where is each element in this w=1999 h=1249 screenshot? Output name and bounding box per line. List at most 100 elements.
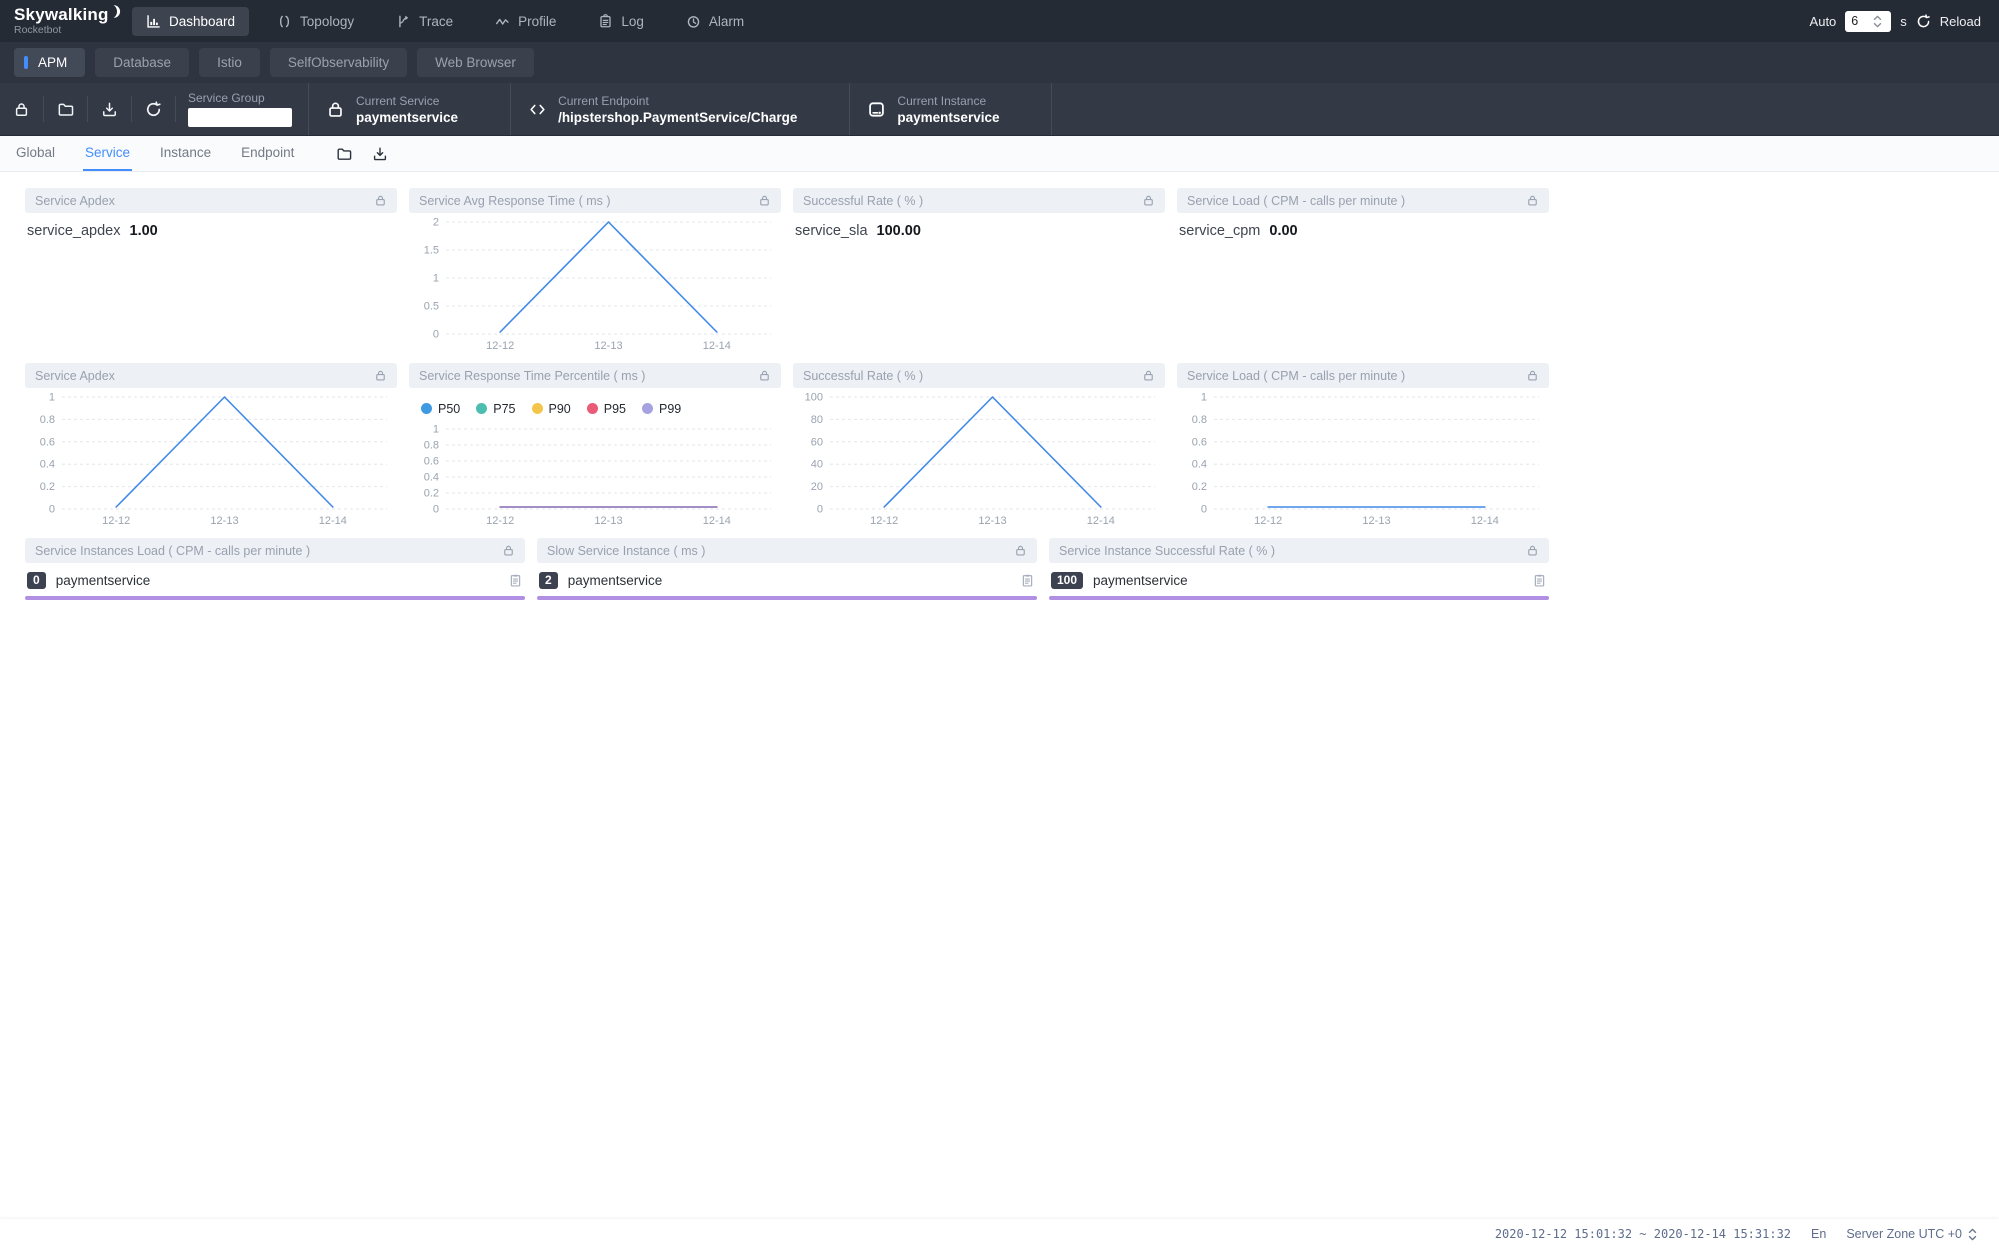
lock-icon xyxy=(13,101,30,118)
legend-item-p90[interactable]: P90 xyxy=(532,402,571,416)
folder-icon[interactable] xyxy=(336,146,352,162)
value-badge: 2 xyxy=(539,572,558,589)
logo-title: Skywalking xyxy=(14,6,109,23)
legend-dot xyxy=(642,403,653,414)
dashboard-group-nav: APM Database Istio SelfObservability Web Bro… xyxy=(0,42,1999,83)
chevron-down-icon xyxy=(479,102,493,116)
card-title: Service Load ( CPM - calls per minute ) xyxy=(1187,194,1405,208)
svg-text:60: 60 xyxy=(811,436,823,448)
language-toggle[interactable]: En xyxy=(1811,1227,1826,1241)
card-title: Successful Rate ( % ) xyxy=(803,369,923,383)
current-instance-selector[interactable]: Current Instancepaymentservice xyxy=(849,83,1052,135)
toolbar-download-icon[interactable] xyxy=(88,96,132,122)
svg-text:12-13: 12-13 xyxy=(1362,515,1390,527)
zone-stepper-icon[interactable] xyxy=(1966,1227,1979,1242)
service-group-label: Service Group xyxy=(188,91,292,105)
nav-item-topology[interactable]: Topology xyxy=(263,7,368,36)
legend-item-p50[interactable]: P50 xyxy=(421,402,460,416)
value-badge: 0 xyxy=(27,572,46,589)
chevron-down-icon xyxy=(1020,102,1034,116)
toolbar-folder-icon[interactable] xyxy=(44,96,88,122)
nav-item-label: Profile xyxy=(518,14,556,29)
card-successful-rate: Successful Rate ( % )service_sla100.00 xyxy=(793,188,1165,356)
lock-icon[interactable] xyxy=(758,194,771,207)
tab-global[interactable]: Global xyxy=(14,136,57,171)
selector-label: Current Service xyxy=(356,94,458,108)
time-range-picker[interactable]: 2020-12-12 15:01:32 ~ 2020-12-14 15:31:3… xyxy=(1495,1227,1791,1241)
app-logo: Skywalking Rocketbot xyxy=(14,6,122,36)
log-icon xyxy=(598,14,613,29)
svg-text:12-13: 12-13 xyxy=(978,515,1006,527)
lock-icon[interactable] xyxy=(1142,369,1155,382)
card-body: 10.80.60.40.2012-1212-1312-14 xyxy=(25,388,397,531)
current-endpoint-selector[interactable]: Current Endpoint/hipstershop.PaymentServ… xyxy=(510,83,849,135)
reload-button[interactable]: Reload xyxy=(1940,14,1981,29)
svg-text:0.4: 0.4 xyxy=(40,459,55,471)
lock-icon[interactable] xyxy=(374,369,387,382)
download-icon[interactable] xyxy=(372,146,388,162)
selector-value: paymentservice xyxy=(356,110,458,125)
subnav-item-selfobservability[interactable]: SelfObservability xyxy=(270,48,407,77)
svg-text:12-12: 12-12 xyxy=(1254,515,1282,527)
clipboard-icon[interactable] xyxy=(1532,573,1547,588)
nav-item-dashboard[interactable]: Dashboard xyxy=(132,7,249,36)
auto-interval-input[interactable] xyxy=(1845,14,1871,28)
svg-text:2: 2 xyxy=(433,217,439,229)
instance-row[interactable]: 2paymentservice xyxy=(537,572,1037,589)
tab-instance[interactable]: Instance xyxy=(158,136,213,171)
lock-icon[interactable] xyxy=(374,194,387,207)
legend-item-p75[interactable]: P75 xyxy=(476,402,515,416)
subnav-item-web-browser[interactable]: Web Browser xyxy=(417,48,534,77)
instance-row[interactable]: 100paymentservice xyxy=(1049,572,1549,589)
clipboard-icon[interactable] xyxy=(508,573,523,588)
tab-service[interactable]: Service xyxy=(83,136,132,171)
instance-icon xyxy=(867,100,886,119)
line-chart: 10.80.60.40.2012-1212-1312-14 xyxy=(409,420,781,531)
line-chart: 10.80.60.40.2012-1212-1312-14 xyxy=(1177,388,1549,531)
svg-text:12-13: 12-13 xyxy=(594,340,622,352)
service-group-input[interactable] xyxy=(188,108,292,127)
lock-icon[interactable] xyxy=(758,369,771,382)
instance-row[interactable]: 0paymentservice xyxy=(25,572,525,589)
svg-text:12-12: 12-12 xyxy=(486,340,514,352)
card-row-3: Service Instances Load ( CPM - calls per… xyxy=(25,538,1549,600)
lock-icon[interactable] xyxy=(502,544,515,557)
legend-dot xyxy=(476,403,487,414)
tab-endpoint[interactable]: Endpoint xyxy=(239,136,296,171)
nav-item-log[interactable]: Log xyxy=(584,7,658,36)
subnav-item-database[interactable]: Database xyxy=(95,48,189,77)
card-body: 2paymentservice xyxy=(537,572,1037,600)
toolbar-lock-icon[interactable] xyxy=(0,96,44,122)
card-title: Service Response Time Percentile ( ms ) xyxy=(419,369,645,383)
instance-name: paymentservice xyxy=(1093,573,1188,588)
lock-icon[interactable] xyxy=(1526,369,1539,382)
nav-item-profile[interactable]: Profile xyxy=(481,7,570,36)
nav-item-alarm[interactable]: Alarm xyxy=(672,7,758,36)
legend-item-p95[interactable]: P95 xyxy=(587,402,626,416)
svg-text:20: 20 xyxy=(811,481,823,493)
reload-icon[interactable] xyxy=(1916,14,1931,29)
toolbar-refresh-icon[interactable] xyxy=(132,96,176,122)
clipboard-icon[interactable] xyxy=(1020,573,1035,588)
stepper-icon[interactable] xyxy=(1871,14,1884,29)
card-service-apdex: Service Apdex 10.80.60.40.2012-1212-1312-… xyxy=(25,363,397,531)
lock-icon[interactable] xyxy=(1526,544,1539,557)
subnav-item-apm[interactable]: APM xyxy=(14,48,85,77)
card-header: Successful Rate ( % ) xyxy=(793,363,1165,388)
legend-label: P95 xyxy=(604,402,626,416)
card-title: Service Apdex xyxy=(35,369,115,383)
current-service-selector[interactable]: Current Service paymentservice xyxy=(308,83,510,135)
svg-text:12-14: 12-14 xyxy=(1087,515,1115,527)
lock-icon[interactable] xyxy=(1526,194,1539,207)
lock-icon xyxy=(326,100,345,119)
progress-bar xyxy=(25,596,525,600)
lock-icon[interactable] xyxy=(1014,544,1027,557)
card-header: Service Apdex xyxy=(25,363,397,388)
list-item: 0paymentservice xyxy=(25,572,525,600)
lock-icon[interactable] xyxy=(1142,194,1155,207)
nav-item-trace[interactable]: Trace xyxy=(382,7,467,36)
legend-item-p99[interactable]: P99 xyxy=(642,402,681,416)
subnav-item-istio[interactable]: Istio xyxy=(199,48,260,77)
card-header: Service Apdex xyxy=(25,188,397,213)
topology-icon xyxy=(277,14,292,29)
